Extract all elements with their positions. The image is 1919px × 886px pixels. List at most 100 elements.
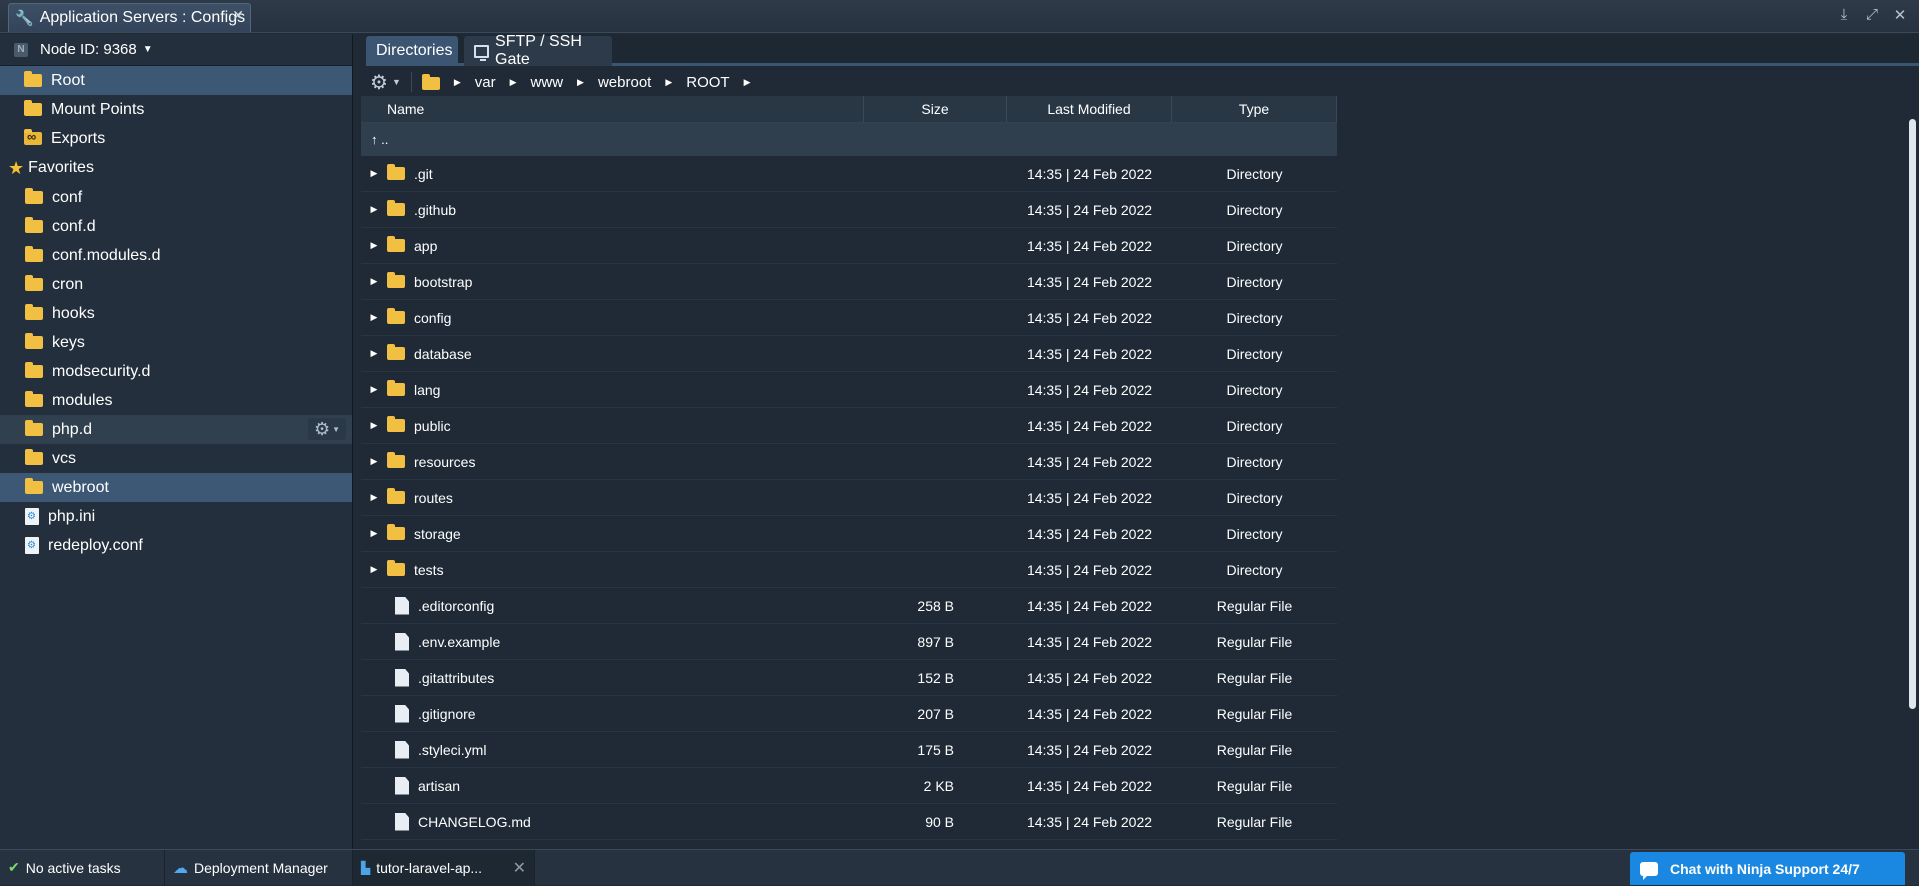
close-icon[interactable]: ✕ <box>513 858 526 878</box>
wrench-icon: 🔧 <box>15 10 34 27</box>
sidebar-item-label: vcs <box>52 449 76 467</box>
tasks-status[interactable]: ✔ No active tasks <box>0 849 165 886</box>
column-header-size[interactable]: Size <box>864 96 1007 122</box>
tab-sftp-ssh-gate[interactable]: SFTP / SSH Gate <box>464 33 612 68</box>
table-row[interactable]: ▶ resources 14:35 | 24 Feb 2022 Directory <box>361 444 1337 480</box>
table-row[interactable]: ▶ database 14:35 | 24 Feb 2022 Directory <box>361 336 1337 372</box>
item-name: .gitattributes <box>418 669 495 686</box>
expand-arrow-icon[interactable]: ▶ <box>367 312 381 323</box>
gear-icon: ⚙ <box>313 418 331 439</box>
modified-cell: 14:35 | 24 Feb 2022 <box>1026 453 1153 470</box>
sidebar-item-vcs[interactable]: vcs <box>0 444 352 473</box>
window-tab[interactable]: 🔧 Application Servers : Configs ✕ <box>8 3 251 32</box>
breadcrumb-item[interactable]: var <box>475 74 496 91</box>
table-row[interactable]: ▶ .github 14:35 | 24 Feb 2022 Directory <box>361 192 1337 228</box>
sidebar-item-label: modsecurity.d <box>52 362 151 380</box>
sidebar-item-redeploy-conf[interactable]: redeploy.conf <box>0 531 352 560</box>
name-cell: ▶ .editorconfig <box>361 596 864 615</box>
table-row[interactable]: ▶ routes 14:35 | 24 Feb 2022 Directory <box>361 480 1337 516</box>
expand-arrow-icon[interactable]: ▶ <box>367 168 381 179</box>
table-row[interactable]: ▶ .gitattributes 152 B 14:35 | 24 Feb 2022 R… <box>361 660 1337 696</box>
node-selector[interactable]: N Node ID: 9368 ▼ <box>0 34 352 66</box>
sidebar-item-keys[interactable]: keys <box>0 328 352 357</box>
expand-icon[interactable]: ⤢ <box>1863 6 1881 24</box>
modified-cell: 14:35 | 24 Feb 2022 <box>1026 201 1153 218</box>
item-name: CHANGELOG.md <box>418 813 531 830</box>
expand-arrow-icon[interactable]: ▶ <box>367 528 381 539</box>
expand-arrow-icon[interactable]: ▶ <box>367 420 381 431</box>
expand-arrow-icon[interactable]: ▶ <box>367 240 381 251</box>
folder-icon <box>25 217 43 233</box>
sidebar-item-conf[interactable]: conf <box>0 183 352 212</box>
sidebar-item-conf-d[interactable]: conf.d <box>0 212 352 241</box>
modified-cell: 14:35 | 24 Feb 2022 <box>1026 633 1153 650</box>
column-header-name[interactable]: Name <box>361 96 864 122</box>
item-name: artisan <box>418 777 461 794</box>
sidebar-item-php-ini[interactable]: php.ini <box>0 502 352 531</box>
sidebar-item-conf-modules-d[interactable]: conf.modules.d <box>0 241 352 270</box>
table-row[interactable]: ▶ .env.example 897 B 14:35 | 24 Feb 2022 Reg… <box>361 624 1337 660</box>
caret-right-icon[interactable]: ▶ <box>744 77 751 88</box>
expand-arrow-icon: ▶ <box>367 744 381 755</box>
favorites-header[interactable]: ★ Favorites <box>0 153 352 183</box>
parent-directory-row[interactable]: ↑ .. <box>361 123 1337 156</box>
deploy-label: Deployment Manager <box>194 859 328 876</box>
table-row[interactable]: ▶ .gitignore 207 B 14:35 | 24 Feb 2022 Regul… <box>361 696 1337 732</box>
sidebar-item-modules[interactable]: modules <box>0 386 352 415</box>
table-row[interactable]: ▶ bootstrap 14:35 | 24 Feb 2022 Directory <box>361 264 1337 300</box>
folder-icon <box>387 272 405 288</box>
breadcrumb-item[interactable]: www <box>531 74 564 91</box>
sidebar-item-modsecurity-d[interactable]: modsecurity.d <box>0 357 352 386</box>
expand-arrow-icon[interactable]: ▶ <box>367 204 381 215</box>
modified-cell: 14:35 | 24 Feb 2022 <box>1026 705 1153 722</box>
close-tab-icon[interactable]: ✕ <box>232 7 244 24</box>
sidebar-item-root[interactable]: Root <box>0 66 352 95</box>
table-row[interactable]: ▶ config 14:35 | 24 Feb 2022 Directory <box>361 300 1337 336</box>
breadcrumb-item[interactable]: ROOT <box>686 74 729 91</box>
table-row[interactable]: ▶ .editorconfig 258 B 14:35 | 24 Feb 2022 Re… <box>361 588 1337 624</box>
expand-arrow-icon[interactable]: ▶ <box>367 492 381 503</box>
table-row[interactable]: ▶ storage 14:35 | 24 Feb 2022 Directory <box>361 516 1337 552</box>
environment-tab[interactable]: ▙ tutor-laravel-ap... ✕ <box>353 849 535 886</box>
deployment-manager-button[interactable]: ☁ Deployment Manager <box>165 849 353 886</box>
table-row[interactable]: ▶ .git 14:35 | 24 Feb 2022 Directory <box>361 156 1337 192</box>
table-row[interactable]: ▶ .styleci.yml 175 B 14:35 | 24 Feb 2022 Reg… <box>361 732 1337 768</box>
modified-cell: 14:35 | 24 Feb 2022 <box>1026 165 1153 182</box>
expand-arrow-icon[interactable]: ▶ <box>367 456 381 467</box>
sidebar-item-cron[interactable]: cron <box>0 270 352 299</box>
expand-arrow-icon[interactable]: ▶ <box>367 348 381 359</box>
item-settings-button[interactable]: ⚙ ▼ <box>308 418 346 440</box>
settings-menu-button[interactable]: ⚙ ▼ <box>370 70 401 95</box>
table-row[interactable]: ▶ app 14:35 | 24 Feb 2022 Directory <box>361 228 1337 264</box>
table-row[interactable]: ▶ tests 14:35 | 24 Feb 2022 Directory <box>361 552 1337 588</box>
table-row[interactable]: ▶ lang 14:35 | 24 Feb 2022 Directory <box>361 372 1337 408</box>
expand-arrow-icon[interactable]: ▶ <box>367 384 381 395</box>
name-cell: ▶ app <box>361 236 864 254</box>
table-row[interactable]: ▶ artisan 2 KB 14:35 | 24 Feb 2022 Regular F… <box>361 768 1337 804</box>
size-cell: 152 B <box>917 669 954 686</box>
sidebar-item-mount-points[interactable]: Mount Points <box>0 95 352 124</box>
expand-arrow-icon: ▶ <box>367 780 381 791</box>
column-header-type[interactable]: Type <box>1172 96 1337 122</box>
size-cell: 2 KB <box>923 777 954 794</box>
scrollbar[interactable] <box>1909 119 1916 709</box>
sidebar-item-exports[interactable]: Exports <box>0 124 352 153</box>
close-icon[interactable]: ✕ <box>1891 6 1909 24</box>
expand-arrow-icon[interactable]: ▶ <box>367 564 381 575</box>
download-icon[interactable]: ⤓ <box>1835 6 1853 24</box>
sidebar-item-php-d[interactable]: php.d ⚙ ▼ <box>0 415 352 444</box>
column-header-modified[interactable]: Last Modified <box>1007 96 1172 122</box>
folder-icon[interactable] <box>421 74 440 90</box>
item-name: resources <box>414 453 476 470</box>
type-cell: Directory <box>1226 165 1283 182</box>
sidebar-item-hooks[interactable]: hooks <box>0 299 352 328</box>
chat-support-button[interactable]: Chat with Ninja Support 24/7 <box>1630 852 1905 885</box>
tab-directories[interactable]: Directories <box>366 36 458 66</box>
breadcrumb-item[interactable]: webroot <box>598 74 651 91</box>
folder-icon <box>24 100 42 116</box>
sidebar-item-webroot[interactable]: webroot <box>0 473 352 502</box>
table-row[interactable]: ▶ public 14:35 | 24 Feb 2022 Directory <box>361 408 1337 444</box>
table-row[interactable]: ▶ CHANGELOG.md 90 B 14:35 | 24 Feb 2022 Regu… <box>361 804 1337 840</box>
expand-arrow-icon[interactable]: ▶ <box>367 276 381 287</box>
env-label: tutor-laravel-ap... <box>376 859 483 876</box>
